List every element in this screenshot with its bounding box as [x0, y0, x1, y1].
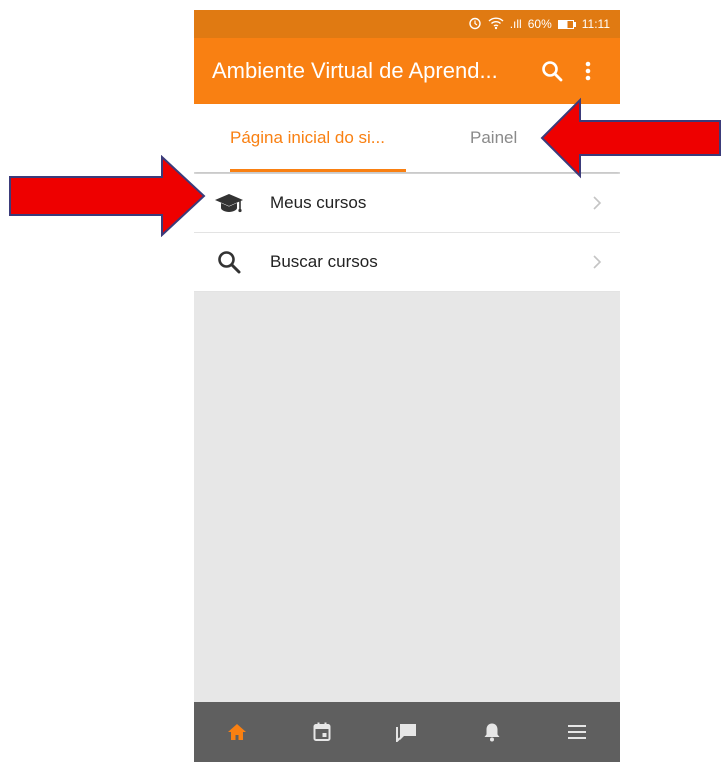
annotation-arrow-left [540, 97, 721, 179]
menu-list: Meus cursos Buscar cursos [194, 174, 620, 292]
menu-icon [568, 725, 587, 739]
app-bar: Ambiente Virtual de Aprend... [194, 38, 620, 104]
tab-painel[interactable]: Painel [470, 104, 517, 172]
wifi-icon [488, 16, 504, 33]
annotation-arrow-right [9, 155, 206, 237]
list-item-label: Buscar cursos [270, 252, 378, 271]
notifications-icon [484, 723, 500, 742]
search-button[interactable] [534, 51, 570, 91]
home-icon [227, 724, 246, 740]
nav-calendar-button[interactable] [302, 712, 342, 752]
nav-more-button[interactable] [557, 712, 597, 752]
status-bar: .ıll 60% 11:11 [194, 10, 620, 38]
active-tab-indicator [230, 169, 406, 172]
battery-percent: 60% [527, 17, 552, 31]
overflow-menu-button[interactable] [570, 51, 606, 91]
app-title: Ambiente Virtual de Aprend... [212, 58, 498, 83]
list-item-meus-cursos[interactable]: Meus cursos [194, 174, 620, 233]
nav-messages-button[interactable] [387, 712, 427, 752]
list-item-label: Meus cursos [270, 193, 367, 212]
alarm-icon [468, 16, 482, 33]
chevron-right-icon [593, 255, 602, 269]
signal-strength: .ıll [509, 17, 522, 31]
search-icon [542, 61, 563, 82]
calendar-icon [313, 722, 331, 741]
clock: 11:11 [581, 17, 610, 31]
nav-notifications-button[interactable] [472, 712, 512, 752]
list-item-buscar-cursos[interactable]: Buscar cursos [194, 233, 620, 292]
more-vert-icon [585, 61, 591, 81]
battery-icon [557, 19, 576, 29]
graduation-cap-icon [214, 188, 244, 218]
nav-home-button[interactable] [217, 712, 257, 752]
bottom-navigation [194, 702, 620, 762]
messages-icon [395, 724, 416, 742]
tab-site-home[interactable]: Página inicial do si... [230, 104, 385, 172]
search-icon [214, 247, 244, 277]
chevron-right-icon [593, 196, 602, 210]
